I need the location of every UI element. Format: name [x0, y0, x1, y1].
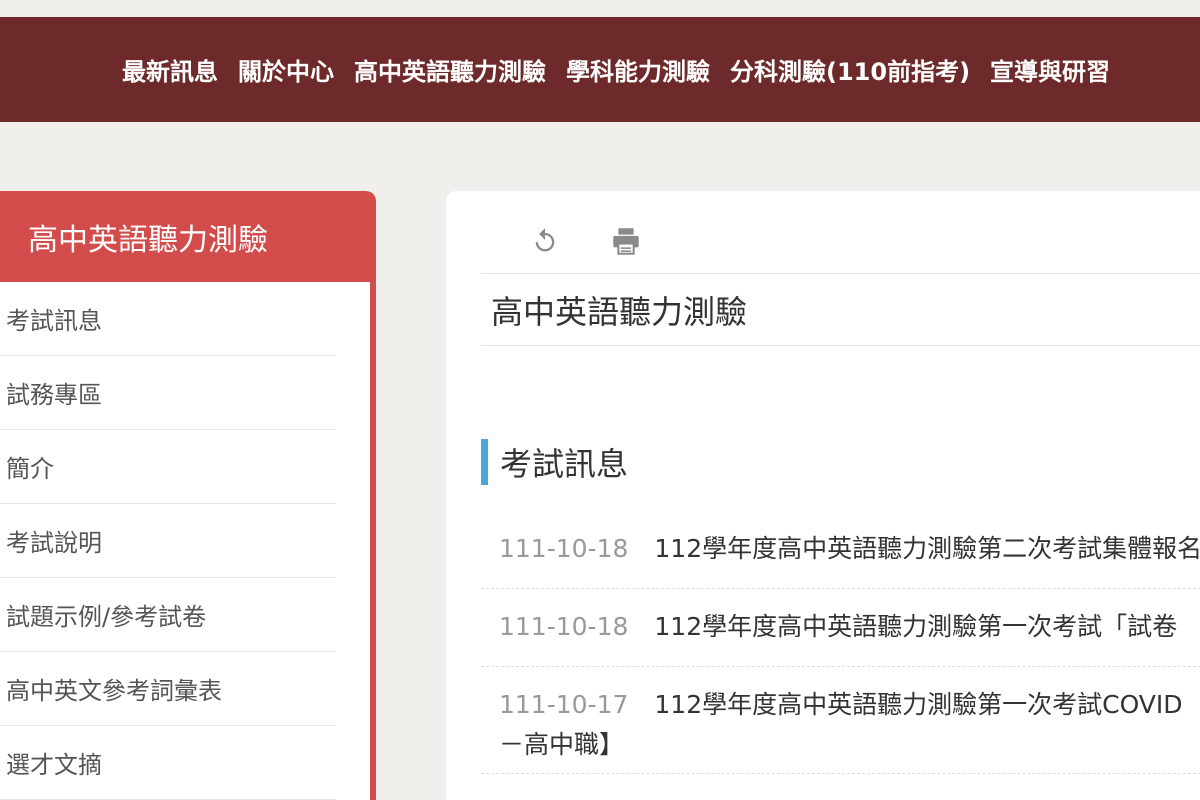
news-title-continuation[interactable]: －高中職】 [499, 725, 1200, 765]
sidebar-item-sample-questions[interactable]: 試題示例/參考試卷 [0, 578, 336, 652]
sidebar-menu: 考試訊息 試務專區 簡介 考試說明 試題示例/參考試卷 高中英文參考詞彙表 選才… [0, 282, 370, 800]
news-item[interactable]: 111-10-18 112學年度高中英語聽力測驗第一次考試「試卷 [481, 589, 1200, 667]
sidebar-item-introduction[interactable]: 簡介 [0, 430, 336, 504]
news-date: 111-10-18 [499, 534, 629, 563]
news-date: 111-10-18 [499, 612, 629, 641]
news-list: 111-10-18 112學年度高中英語聽力測驗第二次考試集體報名 111-10-… [481, 511, 1200, 774]
main-content-panel: 高中英語聽力測驗 考試訊息 111-10-18 112學年度高中英語聽力測驗第二次… [446, 191, 1200, 800]
sidebar-item-exam-news[interactable]: 考試訊息 [0, 282, 336, 356]
top-navigation-bar: 最新訊息 關於中心 高中英語聽力測驗 學科能力測驗 分科測驗(110前指考) 宣… [0, 17, 1200, 122]
news-item[interactable]: 111-10-17 112學年度高中英語聽力測驗第一次考試COVID －高中職】 [481, 667, 1200, 774]
reload-icon[interactable] [527, 223, 563, 259]
nav-item-advanced-subjects-test[interactable]: 分科測驗(110前指考) [730, 52, 970, 87]
news-title-link[interactable]: 112學年度高中英語聽力測驗第二次考試集體報名 [654, 534, 1200, 563]
news-date: 111-10-17 [499, 690, 629, 719]
sidebar-item-exam-description[interactable]: 考試說明 [0, 504, 336, 578]
nav-item-english-listening-test[interactable]: 高中英語聽力測驗 [354, 52, 546, 87]
print-icon[interactable] [608, 223, 644, 259]
toolbar [481, 211, 1200, 274]
section-heading-text: 考試訊息 [500, 445, 629, 483]
news-title-link[interactable]: 112學年度高中英語聽力測驗第一次考試COVID [654, 690, 1182, 719]
nav-item-general-scholastic-test[interactable]: 學科能力測驗 [566, 52, 710, 87]
top-nav-menu: 最新訊息 關於中心 高中英語聽力測驗 學科能力測驗 分科測驗(110前指考) 宣… [122, 17, 1130, 122]
sidebar: 高中英語聽力測驗 考試訊息 試務專區 簡介 考試說明 試題示例/參考試卷 高中英… [0, 191, 376, 800]
sidebar-item-selection-digest[interactable]: 選才文摘 [0, 726, 336, 800]
section-heading: 考試訊息 [481, 439, 628, 485]
news-item[interactable]: 111-10-18 112學年度高中英語聽力測驗第二次考試集體報名 [481, 511, 1200, 589]
nav-item-latest-news[interactable]: 最新訊息 [122, 52, 218, 87]
sidebar-item-exam-affairs[interactable]: 試務專區 [0, 356, 336, 430]
nav-item-outreach-workshops[interactable]: 宣導與研習 [990, 52, 1110, 87]
news-title-link[interactable]: 112學年度高中英語聽力測驗第一次考試「試卷 [654, 612, 1177, 641]
sidebar-item-vocabulary-list[interactable]: 高中英文參考詞彙表 [0, 652, 336, 726]
sidebar-header: 高中英語聽力測驗 [0, 191, 370, 282]
page-title: 高中英語聽力測驗 [481, 274, 1200, 346]
section-accent-bar [481, 439, 488, 485]
nav-item-about-center[interactable]: 關於中心 [238, 52, 334, 87]
